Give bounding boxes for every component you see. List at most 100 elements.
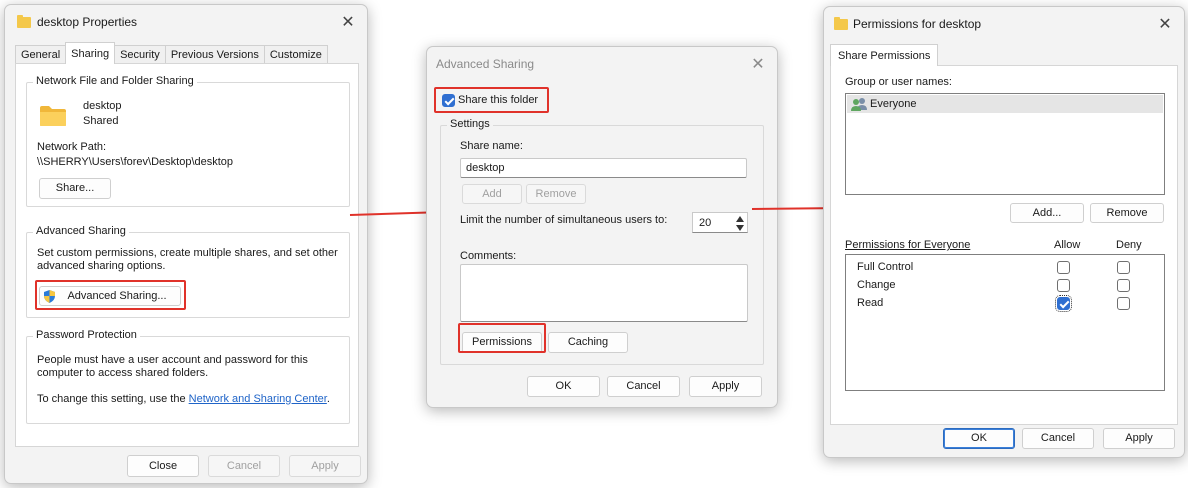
properties-tabs: General Sharing Security Previous Versio… xyxy=(15,42,328,64)
users-listbox[interactable]: Everyone xyxy=(845,93,1165,195)
permissions-window: Permissions for desktop ✕ Share Permissi… xyxy=(823,6,1185,458)
permission-row-label: Read xyxy=(857,297,884,309)
permissions-window-title: Permissions for desktop xyxy=(853,17,982,31)
users-group-icon xyxy=(851,97,867,111)
user-name: Everyone xyxy=(870,98,917,110)
properties-title: desktop Properties xyxy=(37,15,138,29)
password-protection-title: Password Protection xyxy=(33,329,140,341)
limit-users-stepper[interactable]: 20 xyxy=(692,212,748,233)
cancel-button[interactable]: Cancel xyxy=(208,455,280,477)
close-icon[interactable]: ✕ xyxy=(1154,13,1176,35)
folder-name: desktop xyxy=(83,100,122,112)
add-button[interactable]: Add xyxy=(462,184,522,204)
cancel-button-label: Cancel xyxy=(626,380,661,392)
apply-button[interactable]: Apply xyxy=(289,455,361,477)
change-deny-checkbox[interactable] xyxy=(1117,279,1130,292)
full-control-allow-checkbox[interactable] xyxy=(1057,261,1070,274)
cancel-button-label: Cancel xyxy=(1040,432,1076,444)
apply-button[interactable]: Apply xyxy=(689,376,762,397)
permissions-tabs: Share Permissions xyxy=(830,44,939,66)
password-protection-group: Password Protection People must have a u… xyxy=(26,329,350,424)
settings-title: Settings xyxy=(447,118,493,130)
ok-button[interactable]: OK xyxy=(943,428,1015,449)
tab-security[interactable]: Security xyxy=(114,45,166,64)
share-button[interactable]: Share... xyxy=(39,178,111,199)
network-path-label: Network Path: xyxy=(37,141,107,153)
close-button[interactable]: Close xyxy=(127,455,199,477)
password-change-prefix: To change this setting, use the xyxy=(37,393,189,405)
advanced-sharing-title: Advanced Sharing xyxy=(33,225,129,237)
properties-window: desktop Properties ✕ General Sharing Sec… xyxy=(4,4,368,484)
advanced-sharing-desc-1: Set custom permissions, create multiple … xyxy=(37,247,338,259)
permissions-for-label: Permissions for Everyone xyxy=(845,239,971,251)
network-sharing-group: Network File and Folder Sharing desktop … xyxy=(26,75,350,207)
password-desc-2: computer to access shared folders. xyxy=(37,367,209,379)
cancel-button[interactable]: Cancel xyxy=(1022,428,1094,449)
tab-share-permissions[interactable]: Share Permissions xyxy=(830,44,939,66)
advanced-sharing-highlight xyxy=(35,280,186,310)
group-user-names-label: Group or user names: xyxy=(845,76,952,88)
change-allow-checkbox[interactable] xyxy=(1057,279,1070,292)
spin-up-icon[interactable] xyxy=(735,214,745,222)
folder-icon xyxy=(17,15,31,28)
full-control-deny-checkbox[interactable] xyxy=(1117,261,1130,274)
folder-status: Shared xyxy=(83,115,119,127)
apply-button[interactable]: Apply xyxy=(1103,428,1175,449)
permission-row-label: Change xyxy=(857,279,896,291)
network-path-value: \\SHERRY\Users\forev\Desktop\desktop xyxy=(37,156,234,168)
add-user-button[interactable]: Add... xyxy=(1010,203,1084,223)
close-icon[interactable]: ✕ xyxy=(747,53,769,75)
advanced-sharing-titlebar: Advanced Sharing ✕ xyxy=(427,47,777,81)
ok-button[interactable]: OK xyxy=(527,376,600,397)
allow-header: Allow xyxy=(1054,239,1081,251)
folder-icon xyxy=(834,17,848,30)
permission-row-label: Full Control xyxy=(857,261,914,273)
deny-header: Deny xyxy=(1116,239,1142,251)
comments-label: Comments: xyxy=(460,250,517,262)
close-button-label: Close xyxy=(148,460,178,472)
network-sharing-title: Network File and Folder Sharing xyxy=(33,75,197,87)
tab-general[interactable]: General xyxy=(15,45,67,64)
share-button-label: Share... xyxy=(55,182,95,194)
permissions-listbox: Full Control Change Read xyxy=(845,254,1165,391)
comments-textarea[interactable] xyxy=(460,264,748,322)
read-allow-checkbox[interactable] xyxy=(1055,295,1072,312)
network-sharing-center-link[interactable]: Network and Sharing Center xyxy=(189,393,327,405)
apply-button-label: Apply xyxy=(311,460,339,472)
folder-large-icon xyxy=(39,105,67,127)
cancel-button[interactable]: Cancel xyxy=(607,376,680,397)
close-icon[interactable]: ✕ xyxy=(337,11,359,33)
ok-button-label: OK xyxy=(555,380,572,392)
cancel-button-label: Cancel xyxy=(226,460,262,472)
password-desc-1: People must have a user account and pass… xyxy=(37,354,308,366)
advanced-sharing-window: Advanced Sharing ✕ Share this folder Set… xyxy=(426,46,778,408)
properties-titlebar: desktop Properties ✕ xyxy=(5,5,367,39)
remove-button-label: Remove xyxy=(535,188,577,200)
tab-previous-versions[interactable]: Previous Versions xyxy=(164,45,265,64)
tab-sharing[interactable]: Sharing xyxy=(65,42,116,64)
advanced-sharing-desc-2: advanced sharing options. xyxy=(37,260,166,272)
caching-button-label: Caching xyxy=(567,336,609,348)
add-button-label: Add xyxy=(482,188,502,200)
permissions-panel: Group or user names: Everyone Add... Rem… xyxy=(830,65,1178,425)
apply-button-label: Apply xyxy=(711,380,740,392)
permissions-highlight xyxy=(458,323,546,353)
remove-user-button-label: Remove xyxy=(1106,207,1148,219)
spin-down-icon[interactable] xyxy=(735,223,745,231)
remove-user-button[interactable]: Remove xyxy=(1090,203,1164,223)
caching-button[interactable]: Caching xyxy=(548,332,628,353)
share-folder-highlight xyxy=(434,87,549,113)
read-deny-checkbox[interactable] xyxy=(1117,297,1130,310)
share-name-input[interactable]: desktop xyxy=(460,158,747,178)
limit-users-label: Limit the number of simultaneous users t… xyxy=(460,214,668,226)
limit-users-value: 20 xyxy=(699,217,712,229)
apply-button-label: Apply xyxy=(1125,432,1153,444)
advanced-sharing-window-title: Advanced Sharing xyxy=(436,57,535,71)
sharing-panel: Network File and Folder Sharing desktop … xyxy=(15,63,359,447)
password-change-suffix: . xyxy=(326,393,330,405)
list-item[interactable]: Everyone xyxy=(847,95,1163,113)
ok-button-label: OK xyxy=(971,432,987,444)
add-user-button-label: Add... xyxy=(1032,207,1062,219)
tab-customize[interactable]: Customize xyxy=(263,45,328,64)
remove-button[interactable]: Remove xyxy=(526,184,586,204)
